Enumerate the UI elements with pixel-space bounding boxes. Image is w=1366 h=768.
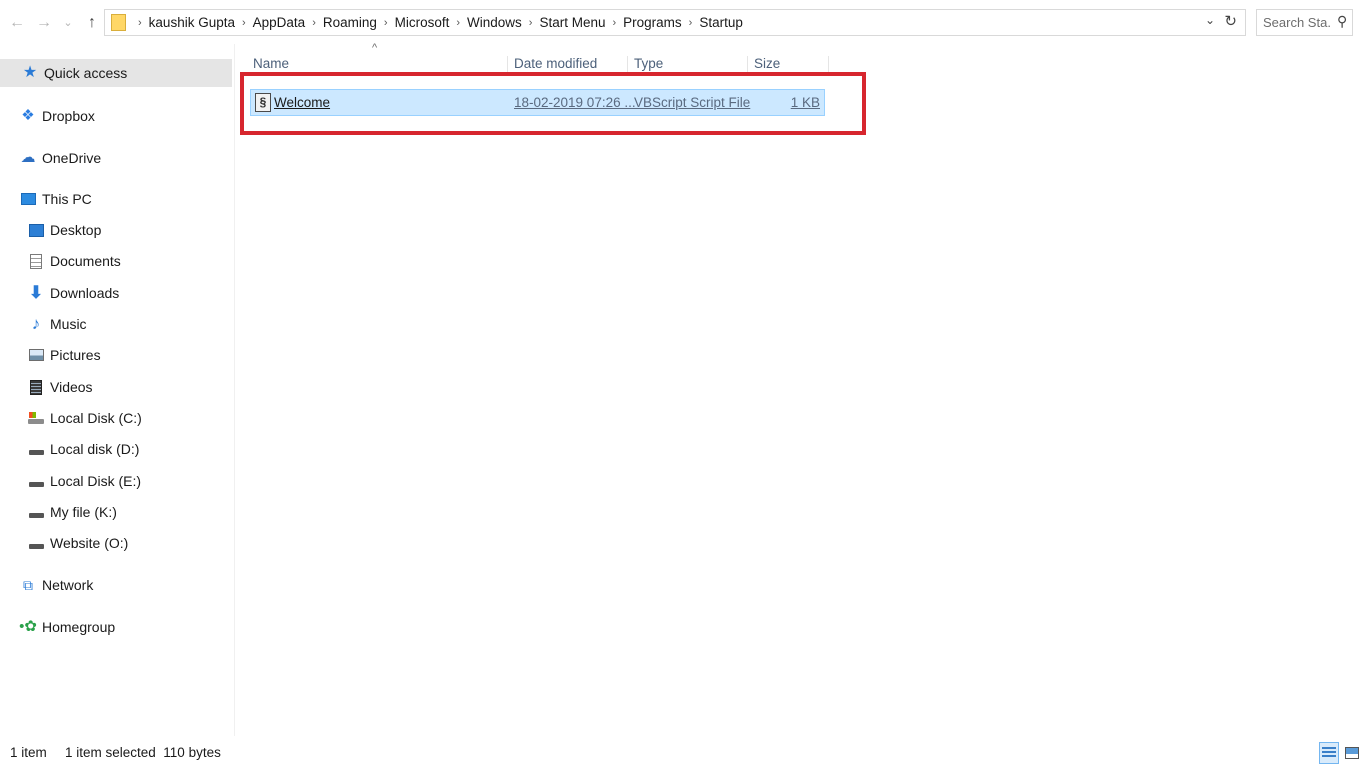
large-icons-view-icon	[1345, 747, 1359, 759]
dropbox-icon: ❖	[21, 107, 35, 124]
breadcrumb-item-startup[interactable]: Startup	[699, 15, 743, 30]
sort-ascending-icon: ^	[372, 42, 378, 54]
breadcrumb-item-microsoft[interactable]: Microsoft	[395, 15, 450, 30]
network-icon: ⧉	[23, 577, 33, 593]
back-button[interactable]: ←	[8, 12, 26, 34]
homegroup-icon: •✿	[19, 618, 37, 635]
nav-item-my-file-k[interactable]: My file (K:)	[28, 498, 117, 526]
drive-icon	[28, 473, 44, 489]
nav-item-label: Pictures	[50, 347, 101, 363]
os-drive-icon	[28, 410, 44, 426]
nav-item-label: Downloads	[50, 285, 120, 301]
nav-item-this-pc[interactable]: This PC	[20, 185, 92, 213]
nav-item-label: Website (O:)	[50, 535, 129, 551]
breadcrumb-separator-icon[interactable]: ›	[138, 17, 142, 29]
nav-item-local-disk-d[interactable]: Local disk (D:)	[28, 435, 139, 463]
search-box[interactable]: ⚲	[1256, 9, 1353, 36]
nav-item-label: This PC	[42, 191, 92, 207]
nav-item-videos[interactable]: Videos	[28, 373, 93, 401]
nav-item-label: Local Disk (E:)	[50, 473, 142, 489]
nav-item-music[interactable]: ♪ Music	[28, 310, 87, 338]
nav-item-label: Quick access	[44, 65, 128, 81]
nav-item-label: Local Disk (C:)	[50, 410, 142, 426]
nav-item-label: My file (K:)	[50, 504, 117, 520]
forward-button[interactable]: →	[35, 12, 53, 34]
nav-item-dropbox[interactable]: ❖ Dropbox	[20, 102, 95, 130]
nav-item-downloads[interactable]: ⬇ Downloads	[28, 279, 119, 307]
breadcrumb-separator-icon[interactable]: ›	[456, 17, 460, 29]
details-view-button[interactable]	[1319, 742, 1339, 764]
star-icon: ★	[22, 64, 38, 81]
breadcrumb-item-programs[interactable]: Programs	[623, 15, 682, 30]
computer-icon	[20, 191, 36, 207]
nav-item-homegroup[interactable]: •✿ Homegroup	[19, 613, 116, 641]
nav-item-documents[interactable]: Documents	[28, 247, 121, 275]
search-icon[interactable]: ⚲	[1337, 13, 1347, 30]
video-film-icon	[28, 379, 44, 395]
breadcrumb-separator-icon[interactable]: ›	[689, 17, 693, 29]
nav-item-quick-access[interactable]: ★ Quick access	[0, 59, 232, 87]
nav-item-label: Homegroup	[42, 619, 116, 635]
music-note-icon: ♪	[31, 314, 41, 333]
breadcrumb-separator-icon[interactable]: ›	[384, 17, 388, 29]
pane-divider[interactable]	[234, 44, 235, 736]
nav-item-label: Network	[42, 577, 94, 593]
status-item-count: 1 item	[10, 745, 47, 760]
drive-icon	[28, 504, 44, 520]
nav-item-local-disk-e[interactable]: Local Disk (E:)	[28, 467, 141, 495]
nav-item-onedrive[interactable]: ☁ OneDrive	[20, 144, 102, 172]
nav-item-local-disk-c[interactable]: Local Disk (C:)	[28, 404, 142, 432]
document-icon	[28, 253, 44, 269]
nav-item-label: Documents	[50, 253, 121, 269]
nav-item-label: Dropbox	[42, 108, 95, 124]
large-icons-view-button[interactable]	[1342, 742, 1362, 764]
breadcrumb-separator-icon[interactable]: ›	[242, 17, 246, 29]
refresh-icon[interactable]: ↻	[1224, 12, 1237, 30]
nav-item-label: Videos	[50, 379, 93, 395]
up-button[interactable]: ↑	[83, 12, 101, 34]
breadcrumb-separator-icon[interactable]: ›	[312, 17, 316, 29]
folder-icon	[111, 14, 126, 31]
breadcrumb-separator-icon[interactable]: ›	[612, 17, 616, 29]
breadcrumb-item-appdata[interactable]: AppData	[253, 15, 306, 30]
nav-item-label: Music	[50, 316, 87, 332]
onedrive-cloud-icon: ☁	[20, 149, 36, 166]
breadcrumb-item-user[interactable]: kaushik Gupta	[149, 15, 235, 30]
breadcrumb-item-start-menu[interactable]: Start Menu	[539, 15, 605, 30]
picture-icon	[28, 347, 44, 363]
drive-icon	[28, 441, 44, 457]
status-selection-info: 1 item selected 110 bytes	[65, 745, 221, 760]
address-bar[interactable]: › kaushik Gupta › AppData › Roaming › Mi…	[104, 9, 1246, 36]
nav-item-label: Desktop	[50, 222, 102, 238]
recent-locations-chevron-icon[interactable]: ⌄	[59, 12, 77, 34]
nav-item-pictures[interactable]: Pictures	[28, 341, 101, 369]
nav-item-website-o[interactable]: Website (O:)	[28, 529, 128, 557]
breadcrumb-separator-icon[interactable]: ›	[529, 17, 533, 29]
breadcrumb-item-windows[interactable]: Windows	[467, 15, 522, 30]
address-history-chevron-icon[interactable]: ⌄	[1205, 13, 1215, 27]
nav-item-label: Local disk (D:)	[50, 441, 140, 457]
drive-icon	[28, 535, 44, 551]
breadcrumb: › kaushik Gupta › AppData › Roaming › Mi…	[131, 10, 743, 35]
search-input[interactable]	[1263, 13, 1331, 32]
download-arrow-icon: ⬇	[28, 283, 44, 302]
nav-item-desktop[interactable]: Desktop	[28, 216, 101, 244]
breadcrumb-item-roaming[interactable]: Roaming	[323, 15, 377, 30]
desktop-icon	[28, 222, 44, 238]
nav-item-label: OneDrive	[42, 150, 102, 166]
annotation-highlight-box	[240, 72, 866, 135]
nav-item-network[interactable]: ⧉ Network	[20, 571, 93, 599]
details-view-icon	[1322, 747, 1336, 759]
